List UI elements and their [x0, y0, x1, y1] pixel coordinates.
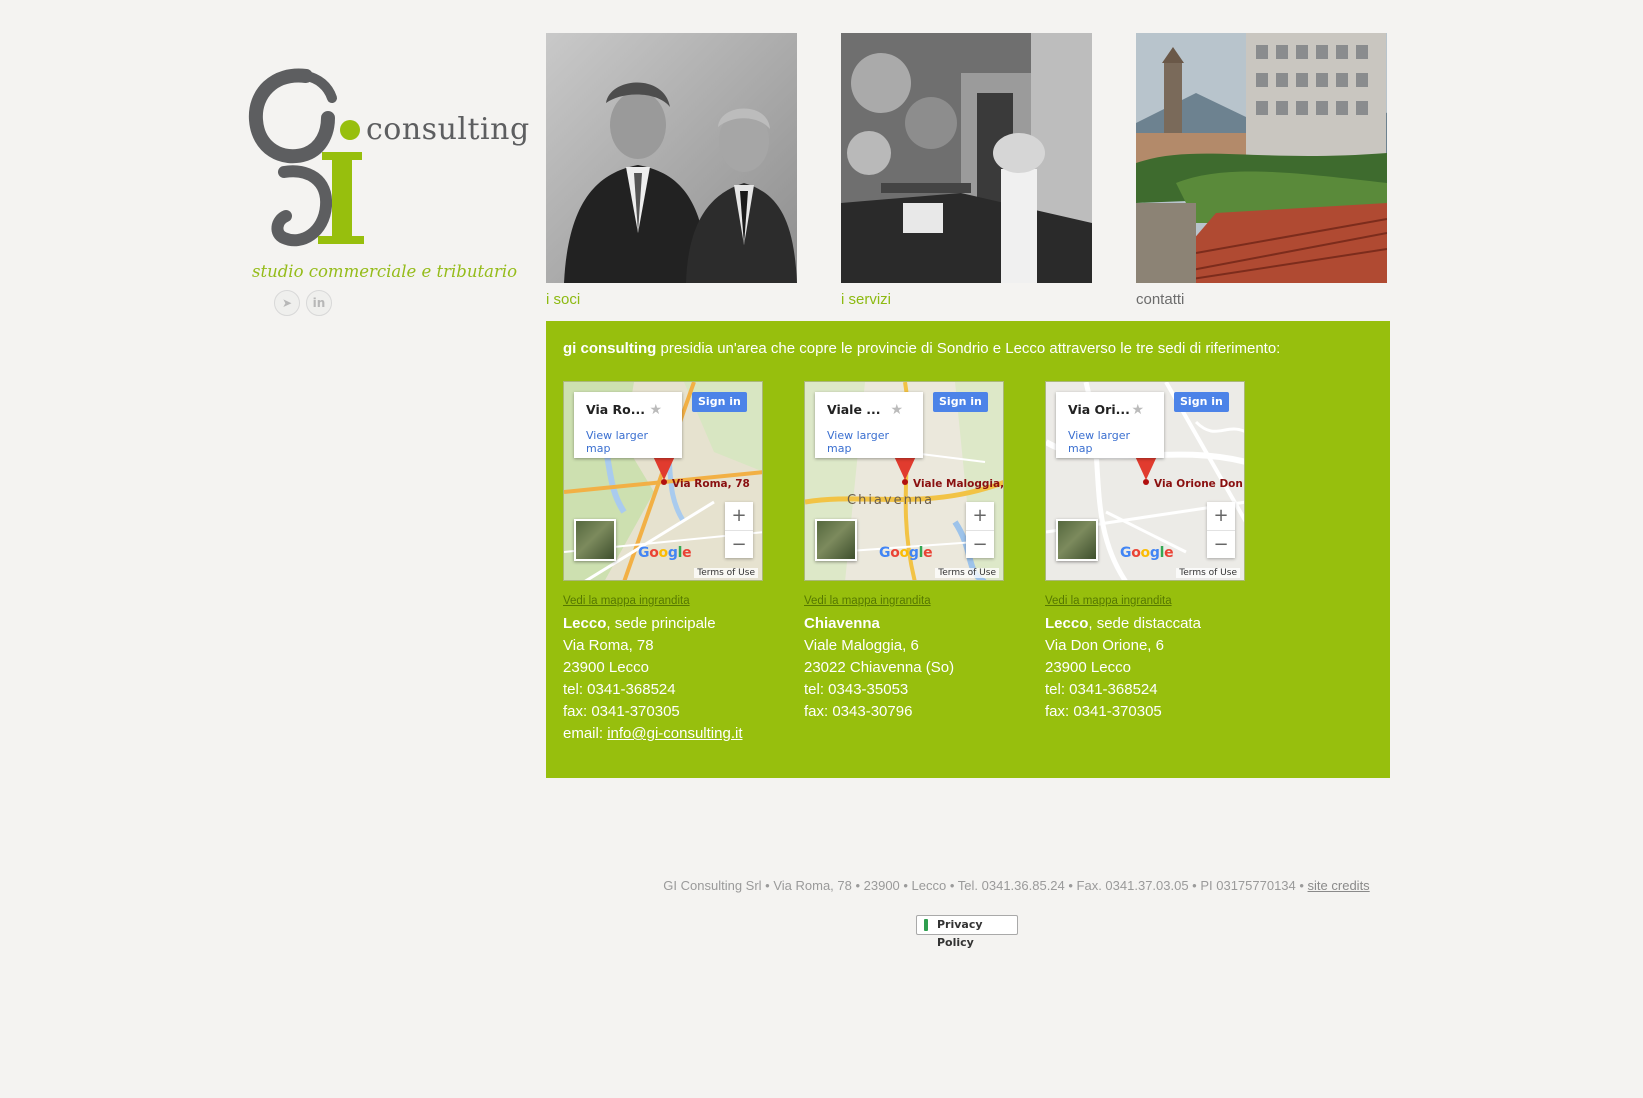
office-fax: fax: 0343-30796 — [804, 703, 913, 720]
privacy-policy-button[interactable]: Privacy Policy — [916, 915, 1018, 949]
office-address: Lecco, sede principale Via Roma, 78 2390… — [563, 613, 783, 745]
social-links: ➤ in — [274, 290, 332, 316]
intro-brand: gi consulting — [563, 340, 657, 357]
office-address: Lecco, sede distaccata Via Don Orione, 6… — [1045, 613, 1265, 723]
view-larger-map-link[interactable]: View larger map — [586, 429, 656, 455]
zoom-in-button[interactable]: + — [966, 502, 994, 531]
partners-photo[interactable] — [546, 33, 797, 283]
office-address: Chiavenna Viale Maloggia, 6 23022 Chiave… — [804, 613, 1024, 723]
star-icon[interactable]: ★ — [890, 402, 903, 418]
logo-wordmark: consulting — [366, 112, 530, 147]
google-logo: Google — [1120, 545, 1174, 561]
logo[interactable]: consulting studio commerciale e tributar… — [248, 68, 529, 288]
site-footer: GI Consulting Srl • Via Roma, 78 • 23900… — [0, 878, 1643, 893]
site-credits-link[interactable]: site credits — [1308, 878, 1370, 893]
office-city: Lecco — [563, 615, 607, 632]
town-view-photo[interactable] — [1136, 33, 1387, 283]
map-zoom-controls: + − — [966, 502, 994, 558]
map-terms-link[interactable]: Terms of Use — [694, 568, 758, 578]
zoom-in-button[interactable]: + — [1207, 502, 1235, 531]
google-logo: Google — [879, 545, 933, 561]
photo-card-contatti[interactable]: contatti — [1136, 33, 1387, 308]
office-city: Chiavenna — [804, 615, 880, 632]
satellite-toggle[interactable] — [574, 519, 616, 561]
satellite-toggle[interactable] — [815, 519, 857, 561]
offices-panel: gi consulting presidia un'area che copre… — [546, 321, 1390, 778]
office-street: Via Don Orione, 6 — [1045, 637, 1164, 654]
map-info-card: Via Ro... ★ View larger map — [574, 392, 682, 458]
map-pin-label: Via Roma, 78 — [672, 478, 750, 490]
map-pin-label: Viale Maloggia, 6 — [913, 478, 1004, 490]
office-tel: tel: 0343-35053 — [804, 681, 909, 698]
star-icon[interactable]: ★ — [649, 402, 662, 418]
office-fax: fax: 0341-370305 — [563, 703, 680, 720]
svg-text:Chiavenna: Chiavenna — [847, 493, 934, 508]
larger-map-link[interactable]: Vedi la mappa ingrandita — [1045, 595, 1265, 607]
privacy-policy-label: Privacy Policy — [937, 918, 983, 949]
footer-company-info: GI Consulting Srl • Via Roma, 78 • 23900… — [663, 878, 1308, 893]
photo-card-soci[interactable]: i soci — [546, 33, 797, 308]
view-larger-map-link[interactable]: View larger map — [1068, 429, 1138, 455]
map-info-card: Viale ... ★ View larger map — [815, 392, 923, 458]
map-embed[interactable]: Via Ori... ★ View larger map Sign in Via… — [1045, 381, 1245, 581]
telegram-icon[interactable]: ➤ — [274, 290, 300, 316]
photo-card-servizi[interactable]: i servizi — [841, 33, 1092, 308]
office-email-link[interactable]: info@gi-consulting.it — [607, 725, 742, 742]
office-lecco-main: Via Ro... ★ View larger map Sign in Via … — [563, 381, 783, 745]
map-zoom-controls: + − — [1207, 502, 1235, 558]
map-info-card: Via Ori... ★ View larger map — [1056, 392, 1164, 458]
office-street: Viale Maloggia, 6 — [804, 637, 919, 654]
office-city: Lecco — [1045, 615, 1089, 632]
zoom-out-button[interactable]: − — [966, 531, 994, 559]
office-email-label: email: — [563, 725, 608, 742]
view-larger-map-link[interactable]: View larger map — [827, 429, 897, 455]
office-tel: tel: 0341-368524 — [563, 681, 676, 698]
map-terms-link[interactable]: Terms of Use — [935, 568, 999, 578]
office-fax: fax: 0341-370305 — [1045, 703, 1162, 720]
office-lecco-branch: Via Ori... ★ View larger map Sign in Via… — [1045, 381, 1265, 723]
office-interior-photo[interactable] — [841, 33, 1092, 283]
map-embed[interactable]: Via Ro... ★ View larger map Sign in Via … — [563, 381, 763, 581]
map-place-title: Via Ori... — [1068, 402, 1130, 417]
map-sign-in-button[interactable]: Sign in — [692, 392, 747, 412]
map-terms-link[interactable]: Terms of Use — [1176, 568, 1240, 578]
iubenda-icon — [924, 919, 928, 931]
office-role: , sede distaccata — [1088, 615, 1201, 632]
map-place-title: Via Ro... — [586, 402, 645, 417]
office-postcode: 23900 Lecco — [563, 659, 649, 676]
office-tel: tel: 0341-368524 — [1045, 681, 1158, 698]
logo-mark — [248, 68, 364, 247]
larger-map-link[interactable]: Vedi la mappa ingrandita — [563, 595, 783, 607]
map-sign-in-button[interactable]: Sign in — [1174, 392, 1229, 412]
star-icon[interactable]: ★ — [1131, 402, 1144, 418]
nav-link-contatti[interactable]: contatti — [1136, 291, 1387, 308]
map-sign-in-button[interactable]: Sign in — [933, 392, 988, 412]
intro-text: presidia un'area che copre le provincie … — [656, 340, 1281, 357]
nav-link-soci[interactable]: i soci — [546, 291, 797, 308]
map-zoom-controls: + − — [725, 502, 753, 558]
satellite-toggle[interactable] — [1056, 519, 1098, 561]
linkedin-icon[interactable]: in — [306, 290, 332, 316]
google-logo: Google — [638, 545, 692, 561]
panel-intro: gi consulting presidia un'area che copre… — [563, 340, 1280, 357]
zoom-in-button[interactable]: + — [725, 502, 753, 531]
logo-tagline: studio commerciale e tributario — [252, 262, 518, 281]
office-street: Via Roma, 78 — [563, 637, 654, 654]
nav-link-servizi[interactable]: i servizi — [841, 291, 1092, 308]
office-role: , sede principale — [606, 615, 716, 632]
map-embed[interactable]: Chiavenna Viale ... ★ View larger map Si… — [804, 381, 1004, 581]
larger-map-link[interactable]: Vedi la mappa ingrandita — [804, 595, 1024, 607]
map-place-title: Viale ... — [827, 402, 881, 417]
office-chiavenna: Chiavenna Viale ... ★ View larger map Si… — [804, 381, 1024, 723]
zoom-out-button[interactable]: − — [725, 531, 753, 559]
office-postcode: 23900 Lecco — [1045, 659, 1131, 676]
map-pin-label: Via Orione Don L — [1154, 478, 1245, 490]
office-postcode: 23022 Chiavenna (So) — [804, 659, 955, 676]
zoom-out-button[interactable]: − — [1207, 531, 1235, 559]
